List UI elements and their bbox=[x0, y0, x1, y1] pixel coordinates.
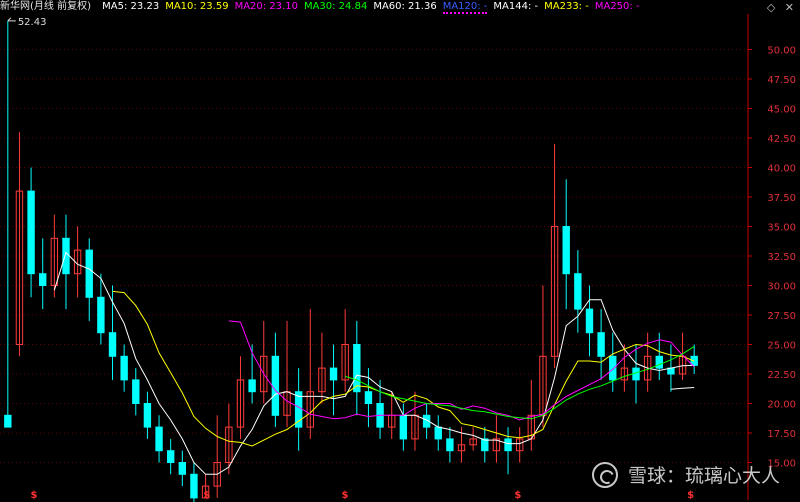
ma-line-ma30 bbox=[345, 345, 695, 420]
candle-body bbox=[143, 403, 152, 428]
candle-body bbox=[434, 426, 442, 440]
candle-body bbox=[481, 438, 489, 452]
candle-body bbox=[108, 332, 117, 357]
candle-body bbox=[248, 379, 256, 393]
candle-body bbox=[364, 391, 373, 405]
candle-body bbox=[97, 296, 105, 334]
extreme-labels: 52.4311.18 bbox=[7, 17, 47, 28]
candle-body bbox=[120, 355, 128, 381]
high-marker bbox=[7, 17, 16, 22]
event-marker-icon[interactable]: $ bbox=[203, 490, 210, 501]
candle-body bbox=[294, 391, 303, 428]
candle-body bbox=[4, 414, 12, 428]
ma-line-ma5 bbox=[53, 251, 695, 475]
y-tick-label: 40.00 bbox=[767, 164, 796, 175]
y-tick-label: 22.50 bbox=[767, 370, 796, 381]
y-tick-label: 35.00 bbox=[767, 223, 796, 234]
candle-body bbox=[329, 367, 338, 381]
candle-body bbox=[353, 344, 361, 393]
y-tick-label: 45.00 bbox=[767, 105, 796, 116]
y-tick-label: 42.50 bbox=[767, 134, 796, 145]
y-tick-label: 20.00 bbox=[767, 400, 796, 411]
candle-body bbox=[271, 355, 280, 416]
event-markers: $$$$$$$$$ bbox=[31, 490, 695, 501]
candle-body bbox=[609, 355, 617, 381]
ma-lines bbox=[53, 251, 695, 475]
event-marker-icon[interactable]: $ bbox=[342, 490, 349, 501]
xueqiu-logo-icon bbox=[591, 461, 618, 488]
candles bbox=[4, 20, 698, 502]
event-marker-icon[interactable]: $ bbox=[687, 490, 694, 501]
candle-body bbox=[585, 308, 594, 334]
candle-body bbox=[446, 438, 454, 452]
candle-body bbox=[574, 273, 582, 310]
candle-body bbox=[655, 355, 663, 369]
candle-body bbox=[562, 226, 570, 275]
y-tick-label: 27.50 bbox=[767, 311, 796, 322]
y-tick-label: 50.00 bbox=[767, 46, 796, 57]
y-tick-label: 47.50 bbox=[767, 75, 796, 86]
candle-body bbox=[504, 438, 512, 452]
y-tick-label: 25.00 bbox=[767, 341, 796, 352]
ma-line-ma60 bbox=[670, 387, 695, 390]
candle-body bbox=[399, 414, 408, 440]
candle-body bbox=[166, 450, 175, 464]
candle-body bbox=[155, 426, 163, 452]
high-label: 52.43 bbox=[18, 17, 47, 28]
y-tick-label: 32.50 bbox=[767, 252, 796, 263]
candle-body bbox=[39, 273, 47, 287]
event-marker-icon[interactable]: $ bbox=[31, 490, 38, 501]
candle-body bbox=[597, 332, 605, 357]
candle-body bbox=[27, 190, 35, 275]
candle-body bbox=[62, 237, 70, 275]
watermark-text: 雪球：琉璃心大人 bbox=[627, 465, 780, 487]
candle-body bbox=[132, 379, 140, 404]
y-tick-label: 17.50 bbox=[767, 429, 796, 440]
y-tick-label: 30.00 bbox=[767, 282, 796, 293]
candle-body bbox=[85, 249, 93, 298]
candle-body bbox=[178, 462, 187, 475]
price-axis: 50.00 47.50 45.00 42.50 40.00 37.50 35.00 32.50… bbox=[747, 14, 796, 500]
candle-body bbox=[190, 473, 198, 499]
event-marker-icon[interactable]: $ bbox=[514, 490, 521, 501]
kline-chart[interactable]: 50.00 47.50 45.00 42.50 40.00 37.50 35.00 32.50… bbox=[0, 0, 800, 502]
watermark: 雪球：琉璃心大人 bbox=[591, 461, 780, 488]
y-tick-label: 37.50 bbox=[767, 193, 796, 204]
